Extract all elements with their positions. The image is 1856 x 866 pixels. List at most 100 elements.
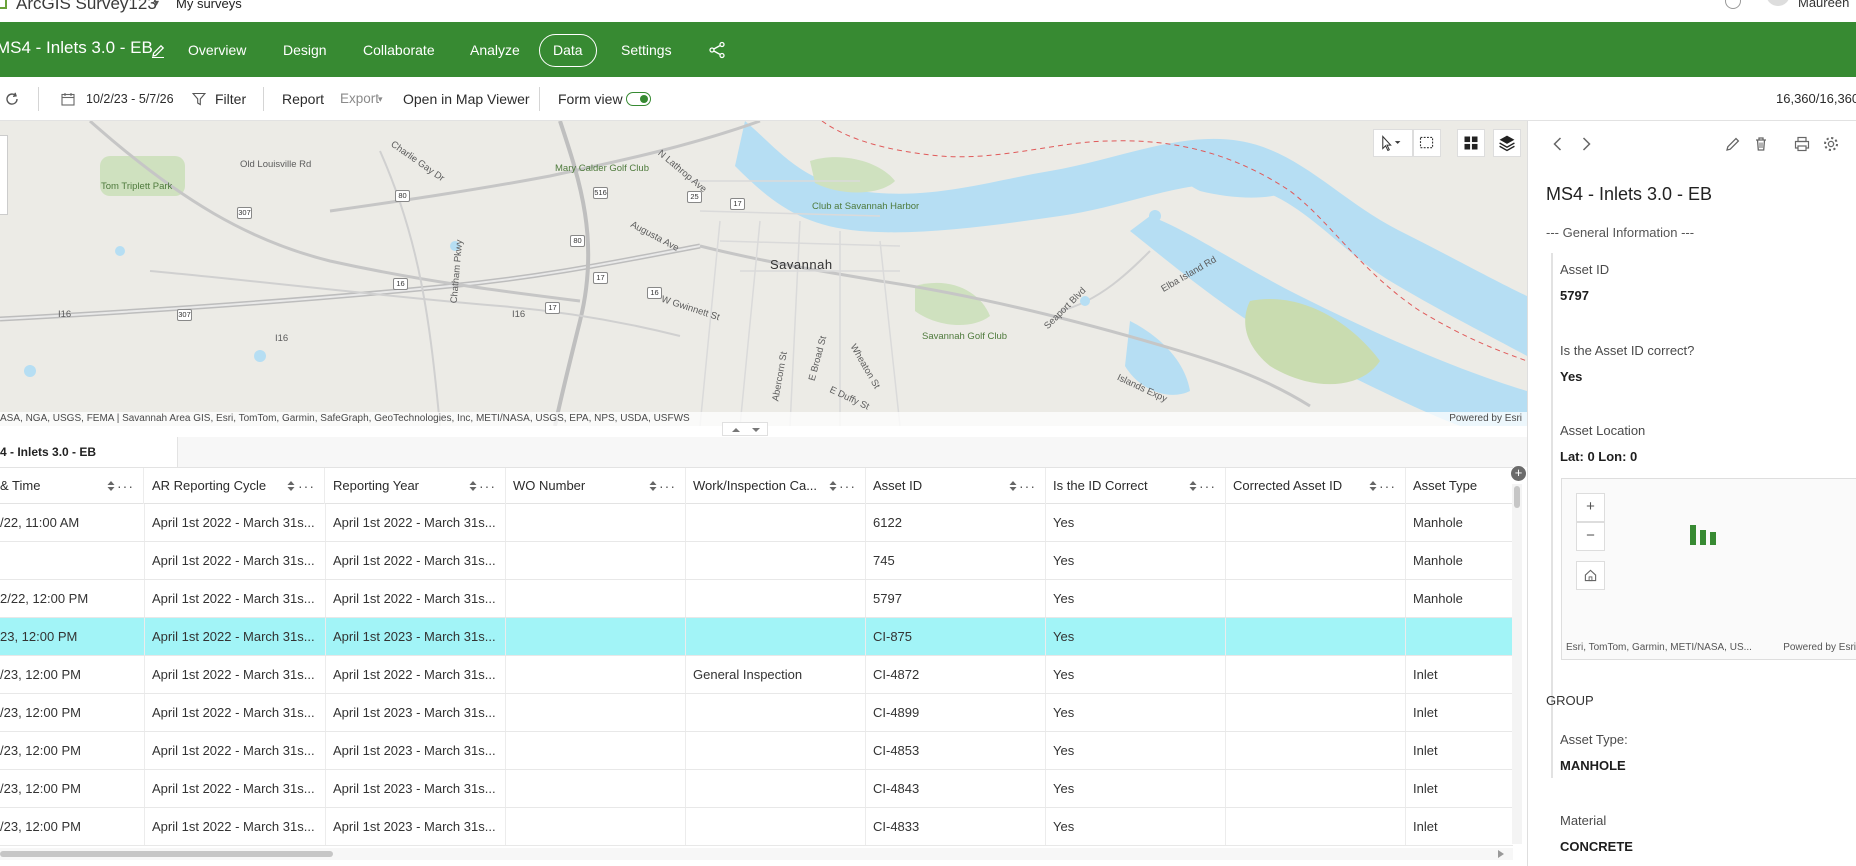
table-cell[interactable] bbox=[686, 504, 866, 541]
table-row[interactable]: /22, 11:00 AM April 1st 2022 - March 31s.… bbox=[0, 504, 1513, 542]
calendar-icon[interactable] bbox=[61, 92, 75, 106]
my-surveys-link[interactable]: My surveys bbox=[176, 0, 242, 11]
add-column-plus-icon[interactable]: + bbox=[1511, 466, 1526, 481]
column-menu-icon[interactable]: ··· bbox=[659, 468, 676, 504]
sort-icon[interactable] bbox=[1009, 481, 1017, 491]
table-cell[interactable] bbox=[686, 542, 866, 579]
table-cell[interactable]: /23, 12:00 PM bbox=[0, 656, 145, 693]
zoom-out-minus-icon[interactable]: − bbox=[1576, 522, 1605, 551]
table-cell[interactable]: April 1st 2022 - March 31s... bbox=[326, 504, 506, 541]
column-header[interactable]: Work/Inspection Ca... ··· bbox=[686, 468, 866, 505]
table-cell[interactable]: Manhole bbox=[1406, 542, 1513, 579]
table-cell[interactable]: April 1st 2022 - March 31s... bbox=[145, 732, 326, 769]
delete-trash-icon[interactable] bbox=[1752, 135, 1770, 153]
tab-overview[interactable]: Overview bbox=[188, 34, 246, 67]
table-cell[interactable]: Yes bbox=[1046, 580, 1226, 617]
table-cell[interactable] bbox=[1226, 694, 1406, 731]
table-cell[interactable]: April 1st 2022 - March 31s... bbox=[145, 694, 326, 731]
table-cell[interactable] bbox=[506, 504, 686, 541]
column-header[interactable]: Reporting Year ··· bbox=[326, 468, 506, 505]
export-dropdown[interactable]: Export bbox=[340, 77, 379, 121]
table-cell[interactable]: 23, 12:00 PM bbox=[0, 618, 145, 655]
table-cell[interactable]: Manhole bbox=[1406, 580, 1513, 617]
table-row[interactable]: /23, 12:00 PM April 1st 2022 - March 31s.… bbox=[0, 732, 1513, 770]
powered-by-esri[interactable]: Powered by Esri bbox=[1449, 412, 1522, 426]
table-cell[interactable]: Yes bbox=[1046, 732, 1226, 769]
table-cell[interactable] bbox=[506, 770, 686, 807]
table-cell[interactable]: CI-875 bbox=[866, 618, 1046, 655]
report-button[interactable]: Report bbox=[282, 77, 324, 121]
map-table-splitter[interactable] bbox=[722, 422, 768, 436]
tab-layer-table[interactable]: 4 - Inlets 3.0 - EB bbox=[0, 437, 178, 467]
print-icon[interactable] bbox=[1793, 135, 1811, 153]
table-cell[interactable]: 2/22, 12:00 PM bbox=[0, 580, 145, 617]
refresh-icon[interactable] bbox=[4, 91, 20, 107]
date-range-filter[interactable]: 10/2/23 - 5/7/26 bbox=[86, 77, 174, 121]
table-cell[interactable]: April 1st 2022 - March 31s... bbox=[145, 656, 326, 693]
table-cell[interactable]: Yes bbox=[1046, 618, 1226, 655]
table-cell[interactable]: /23, 12:00 PM bbox=[0, 808, 145, 845]
table-cell[interactable] bbox=[1226, 656, 1406, 693]
table-cell[interactable] bbox=[506, 618, 686, 655]
scroll-thumb[interactable] bbox=[1514, 486, 1520, 508]
zoom-in-plus-icon[interactable]: + bbox=[1576, 493, 1605, 522]
table-cell[interactable]: Inlet bbox=[1406, 770, 1513, 807]
column-menu-icon[interactable]: ··· bbox=[1379, 468, 1396, 504]
table-cell[interactable]: Inlet bbox=[1406, 808, 1513, 845]
table-horizontal-scrollbar[interactable] bbox=[0, 848, 1513, 860]
previous-record-chevron-left-icon[interactable] bbox=[1549, 135, 1567, 153]
table-cell[interactable]: April 1st 2023 - March 31s... bbox=[326, 770, 506, 807]
table-cell[interactable]: CI-4899 bbox=[866, 694, 1046, 731]
table-cell[interactable] bbox=[0, 542, 145, 579]
table-cell[interactable] bbox=[686, 694, 866, 731]
pencil-icon[interactable] bbox=[150, 43, 166, 59]
table-cell[interactable]: Inlet bbox=[1406, 732, 1513, 769]
table-cell[interactable] bbox=[506, 694, 686, 731]
table-cell[interactable] bbox=[686, 618, 866, 655]
user-name[interactable]: Maureen bbox=[1798, 0, 1849, 10]
filter-button[interactable]: Filter bbox=[215, 77, 246, 121]
next-record-chevron-right-icon[interactable] bbox=[1577, 135, 1595, 153]
table-cell[interactable]: Yes bbox=[1046, 694, 1226, 731]
table-cell[interactable] bbox=[1226, 580, 1406, 617]
tab-analyze[interactable]: Analyze bbox=[470, 34, 520, 67]
table-cell[interactable]: April 1st 2022 - March 31s... bbox=[145, 808, 326, 845]
table-cell[interactable]: Inlet bbox=[1406, 656, 1513, 693]
layers-icon[interactable] bbox=[1493, 129, 1521, 157]
location-minimap[interactable]: + − Esri, TomTom, Garmin, METI/NASA, US.… bbox=[1561, 478, 1856, 660]
column-header[interactable]: AR Reporting Cycle ··· bbox=[145, 468, 325, 505]
column-menu-icon[interactable]: ··· bbox=[1199, 468, 1216, 504]
tab-design[interactable]: Design bbox=[283, 34, 327, 67]
table-cell[interactable]: 6122 bbox=[866, 504, 1046, 541]
column-menu-icon[interactable]: ··· bbox=[839, 468, 856, 504]
sort-icon[interactable] bbox=[649, 481, 657, 491]
sort-icon[interactable] bbox=[1369, 481, 1377, 491]
table-cell[interactable] bbox=[686, 770, 866, 807]
table-cell[interactable]: April 1st 2023 - March 31s... bbox=[326, 618, 506, 655]
user-avatar[interactable] bbox=[1766, 0, 1790, 6]
table-cell[interactable]: Yes bbox=[1046, 504, 1226, 541]
table-row[interactable]: /23, 12:00 PM April 1st 2022 - March 31s.… bbox=[0, 770, 1513, 808]
table-cell[interactable] bbox=[686, 732, 866, 769]
column-header[interactable]: & Time ··· bbox=[0, 468, 144, 505]
tab-collaborate[interactable]: Collaborate bbox=[363, 34, 435, 67]
table-cell[interactable] bbox=[1226, 732, 1406, 769]
table-cell[interactable]: April 1st 2022 - March 31s... bbox=[326, 656, 506, 693]
column-menu-icon[interactable]: ··· bbox=[298, 468, 315, 504]
app-switcher-chevron-icon[interactable]: ▾ bbox=[154, 0, 159, 9]
column-header[interactable]: Corrected Asset ID ··· bbox=[1226, 468, 1406, 505]
tab-data[interactable]: Data bbox=[539, 34, 597, 67]
table-cell[interactable]: /23, 12:00 PM bbox=[0, 694, 145, 731]
table-cell[interactable] bbox=[1226, 618, 1406, 655]
table-cell[interactable]: April 1st 2022 - March 31s... bbox=[326, 542, 506, 579]
table-cell[interactable]: April 1st 2023 - March 31s... bbox=[326, 808, 506, 845]
table-cell[interactable] bbox=[1226, 504, 1406, 541]
tab-settings[interactable]: Settings bbox=[621, 34, 672, 67]
table-row[interactable]: 2/22, 12:00 PM April 1st 2022 - March 31s… bbox=[0, 580, 1513, 618]
column-menu-icon[interactable]: ··· bbox=[1019, 468, 1036, 504]
table-row[interactable]: /23, 12:00 PM April 1st 2022 - March 31s.… bbox=[0, 808, 1513, 846]
minimap-powered-by-esri[interactable]: Powered by Esri bbox=[1783, 642, 1856, 653]
table-cell[interactable] bbox=[686, 580, 866, 617]
column-header[interactable]: Asset Type bbox=[1406, 468, 1513, 505]
column-header[interactable]: Is the ID Correct ··· bbox=[1046, 468, 1226, 505]
